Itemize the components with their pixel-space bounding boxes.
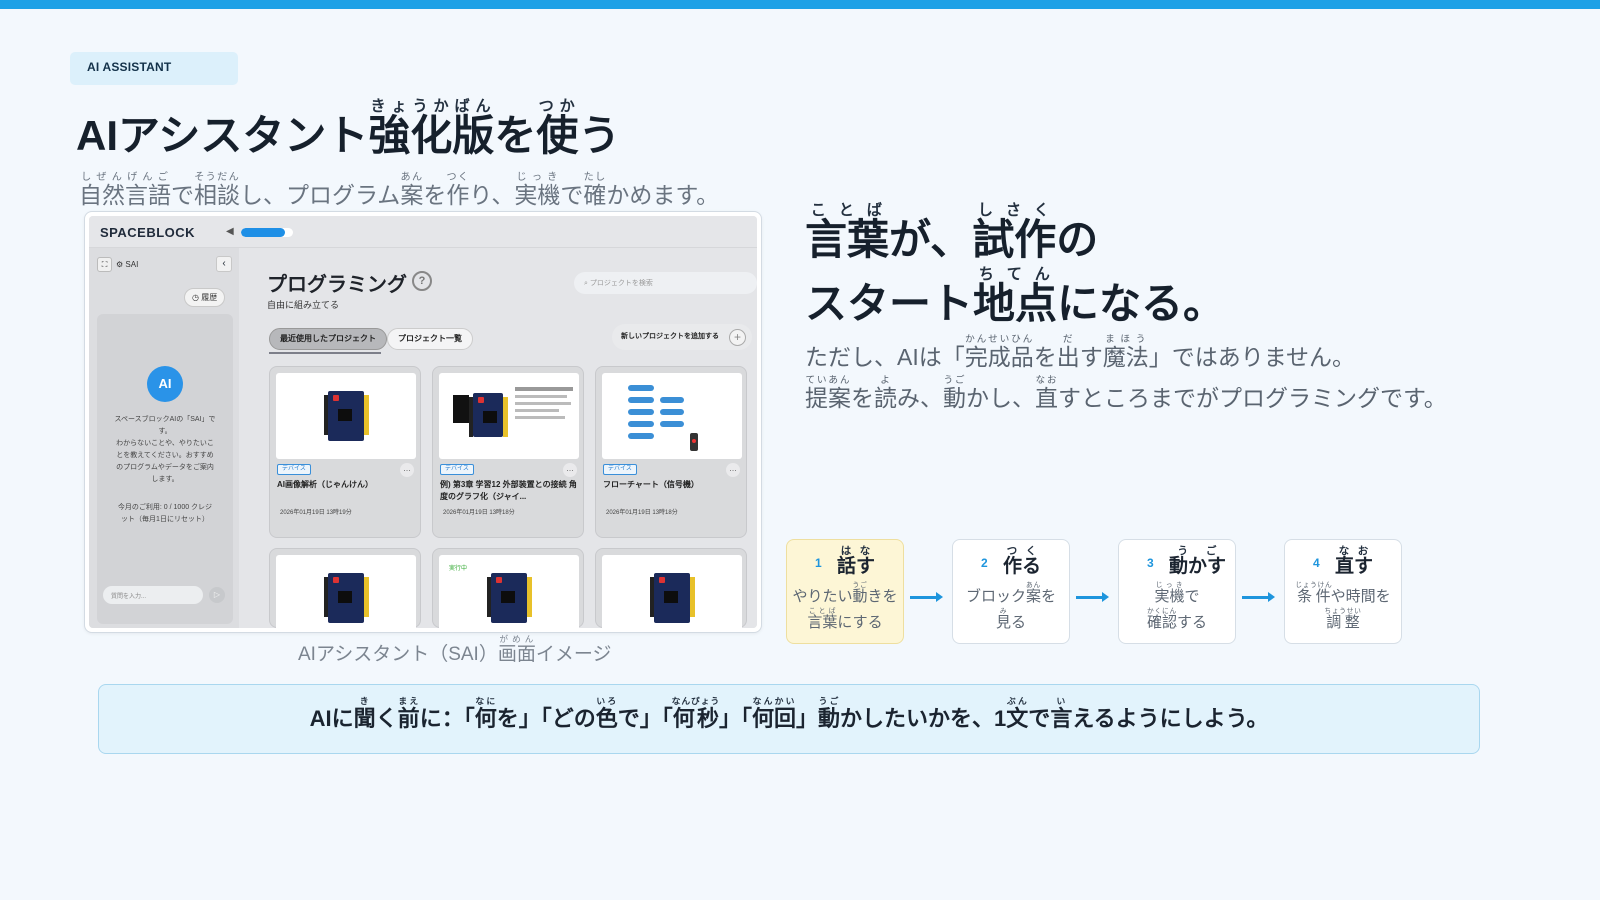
project-date: 2026年01月19日 13時19分 [280, 510, 352, 516]
project-card[interactable] [595, 548, 747, 628]
chat-input[interactable]: 質問を入力... [103, 586, 203, 604]
project-title: 例) 第3章 学習12 外部装置との接続 角度のグラフ化（ジャイ... [440, 480, 577, 501]
project-card[interactable] [269, 548, 421, 628]
device-badge: デバイス [277, 464, 311, 475]
step-description: ブロック案あんを 見みる [965, 582, 1057, 631]
help-icon[interactable]: ? [412, 271, 432, 291]
fullscreen-icon[interactable]: ⛶ [97, 257, 112, 272]
tip-banner: AIに聞きく前まえに：「何なにを」「どの色いろで」「何秒なんびょう」「何回なんか… [98, 684, 1480, 754]
sai-label: SAI [125, 260, 139, 269]
step-number: 2 [981, 556, 988, 570]
project-card[interactable]: 実行中 [432, 548, 584, 628]
body-line-2: 提案ていあんを読よみ、動うごかし、直なおすところまでがプログラミングです。 [805, 375, 1447, 411]
more-options-icon[interactable]: … [726, 463, 740, 477]
board-thumbnail [276, 373, 416, 459]
programming-main: プログラミング ? 自由に組み立てる ⌕ プロジェクトを検索 最近使用したプロジ… [239, 248, 757, 628]
project-title: フローチャート（信号機） [603, 480, 699, 489]
step-talk: 1 話すはな やりたい動うごきを 言葉ことばにする [786, 539, 904, 644]
screenshot-caption: AIアシスタント（SAI）画面がめんイメージ [298, 634, 612, 665]
speaker-icon[interactable]: ◀ [226, 226, 234, 237]
volume-fill [241, 228, 286, 237]
step-description: 条件じょうけんや時間を 調整ちょうせい [1295, 582, 1391, 631]
board-thumbnail [602, 555, 742, 628]
flowchart-thumbnail [602, 373, 742, 459]
history-button[interactable]: ◷ 履歴 [184, 288, 226, 307]
board-thumbnail [276, 555, 416, 628]
chat-panel: AI スペースブロックAIの「SAI」で す。 わからないことや、やりたいこ と… [97, 314, 233, 624]
step-fix: 4 直すなお 条件じょうけんや時間を 調整ちょうせい [1284, 539, 1402, 644]
project-card[interactable]: デバイス … 例) 第3章 学習12 外部装置との接続 角度のグラフ化（ジャイ.… [432, 366, 584, 538]
step-run: 3 動かすうご 実機じっきで 確認かくにんする [1118, 539, 1236, 644]
section-tag: AI ASSISTANT [70, 52, 238, 85]
arrow-right-icon [1242, 592, 1275, 602]
sidebar-toolbar: ⛶ ⚙ SAI [97, 257, 138, 272]
headline: 言葉ことばが、試作しさくの スタート地点ちてんになる。 [805, 202, 1226, 327]
project-date: 2026年01月19日 13時18分 [606, 510, 678, 516]
app-window: SPACEBLOCK ◀ ⛶ ⚙ SAI ‹ ◷ 履歴 AI スペースブロックAI… [89, 216, 757, 628]
device-badge: デバイス [440, 464, 474, 475]
diagram-thumbnail [439, 373, 579, 459]
body-text: ただし、AIは「完成品かんせいひんを出だす魔法まほう」ではありません。 提案てい… [805, 334, 1447, 416]
welcome-message: スペースブロックAIの「SAI」で す。 わからないことや、やりたいこ とを教え… [114, 416, 216, 483]
active-tab-indicator [269, 352, 381, 354]
step-number: 3 [1147, 556, 1154, 570]
ai-sidebar: ⛶ ⚙ SAI ‹ ◷ 履歴 AI スペースブロックAIの「SAI」で す。 わか… [89, 248, 239, 628]
body-line-1: ただし、AIは「完成品かんせいひんを出だす魔法まほう」ではありません。 [805, 334, 1356, 370]
more-options-icon[interactable]: … [563, 463, 577, 477]
project-search-input[interactable]: ⌕ プロジェクトを検索 [574, 272, 757, 294]
project-card[interactable]: デバイス … フローチャート（信号機） 2026年01月19日 13時18分 [595, 366, 747, 538]
app-header: SPACEBLOCK ◀ [89, 216, 757, 248]
board-thumbnail: 実行中 [439, 555, 579, 628]
running-badge: 実行中 [449, 566, 468, 572]
send-icon[interactable]: ▷ [209, 587, 225, 603]
spaceblock-logo: SPACEBLOCK [100, 225, 196, 240]
arrow-right-icon [910, 592, 943, 602]
volume-slider[interactable] [241, 228, 293, 237]
project-card[interactable]: デバイス … AI画像解析（じゃんけん） 2026年01月19日 13時19分 [269, 366, 421, 538]
step-description: やりたい動うごきを 言葉ことばにする [792, 582, 898, 631]
step-title: 話すはな [837, 546, 876, 577]
step-make: 2 作るつく ブロック案あんを 見みる [952, 539, 1070, 644]
programming-title: プログラミング [267, 274, 407, 296]
tab-project-list[interactable]: プロジェクト一覧 [387, 328, 473, 350]
robot-icon: ⚙ [116, 260, 124, 269]
arrow-right-icon [1076, 592, 1109, 602]
step-number: 1 [815, 556, 822, 570]
project-date: 2026年01月19日 13時18分 [443, 510, 515, 516]
app-screenshot: SPACEBLOCK ◀ ⛶ ⚙ SAI ‹ ◷ 履歴 AI スペースブロックAI… [84, 211, 762, 633]
top-accent-bar [0, 0, 1600, 9]
device-badge: デバイス [603, 464, 637, 475]
collapse-sidebar-button[interactable]: ‹ [216, 256, 232, 272]
step-title: 作るつく [1003, 546, 1042, 577]
project-title: AI画像解析（じゃんけん） [277, 480, 373, 489]
step-number: 4 [1313, 556, 1320, 570]
more-options-icon[interactable]: … [400, 463, 414, 477]
ai-avatar: AI [147, 366, 183, 402]
step-description: 実機じっきで 確認かくにんする [1146, 582, 1208, 631]
step-title: 動かすうご [1169, 546, 1227, 577]
page-title: AIアシスタント強化きょうか版ばんを使つかう [76, 98, 621, 159]
step-title: 直すなお [1335, 546, 1374, 577]
history-label: 履歴 [201, 293, 218, 302]
plus-icon[interactable]: + [729, 329, 746, 346]
clock-icon: ◷ [192, 293, 199, 302]
credit-usage: 今月のご利用: 0 / 1000 クレジ ット（毎月1日にリセット） [117, 504, 213, 523]
programming-subtitle: 自由に組み立てる [267, 300, 340, 310]
page-subtitle: 自然言語しぜんげんごで相談そうだんし、プログラム案あんを作つくり、実機じっきで確… [79, 172, 720, 208]
tab-recent-projects[interactable]: 最近使用したプロジェクト [269, 328, 387, 350]
